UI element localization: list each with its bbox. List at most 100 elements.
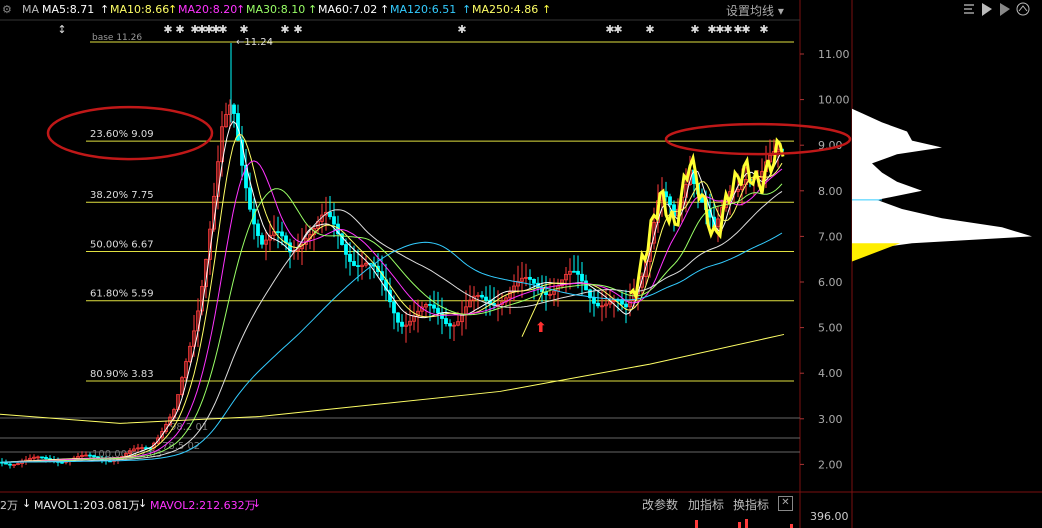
add-indicator-button[interactable]: 加指标: [688, 496, 724, 513]
candle-body: [356, 265, 360, 267]
mavol2-label: MAVOL2:212.632万: [150, 499, 256, 512]
toolbar-icons: [960, 0, 1042, 20]
candle-body: [668, 196, 672, 206]
ma60-label: MA60:7.02: [318, 3, 378, 16]
volume-profile: [852, 108, 1032, 255]
candle-body: [428, 304, 432, 306]
event-marker: ✱: [218, 23, 227, 36]
event-marker: ✱: [741, 23, 750, 36]
up-arrow-icon: ↑: [100, 3, 110, 16]
play-back-icon[interactable]: [1000, 3, 1010, 16]
price-tick-label: 2.00: [818, 458, 843, 471]
candle-body: [248, 187, 252, 210]
vol-cut-label: 2万: [0, 499, 18, 512]
switch-indicator-button[interactable]: 换指标: [733, 496, 769, 513]
candle-body: [432, 304, 436, 309]
up-arrow-icon: ↑: [462, 3, 472, 16]
ma120-line: [2, 232, 783, 463]
volume-bar: [790, 524, 793, 528]
down-arrow-icon: ↓: [22, 497, 32, 510]
event-marker: ✱: [163, 23, 172, 36]
candle-body: [580, 273, 584, 282]
candlesticks: [0, 99, 784, 469]
fib-label: 38.20% 7.75: [90, 190, 154, 201]
event-marker: ✱: [239, 23, 248, 36]
candle-body: [232, 104, 236, 114]
red-arrow-icon: ⬆: [535, 320, 547, 336]
candle-body: [276, 231, 280, 234]
kline-chart[interactable]: ↕ ✱ ✱ ✱✱✱✱✱ ✱ ✱ ✱ ✱ ✱✱ ✱ ✱ ✱✱✱ ✱✱ ✱base 11.26 ←11.2423…: [0, 0, 1042, 528]
candle-body: [392, 301, 396, 314]
price-tick-label: 8.00: [818, 185, 843, 198]
candle-body: [44, 457, 48, 459]
candle-body: [532, 278, 536, 284]
candle-body: [328, 211, 332, 218]
event-marker: ✱: [723, 23, 732, 36]
price-tick-label: 3.00: [818, 413, 843, 426]
fib-label: 80.90% 3.83: [90, 369, 154, 380]
event-marker: ✱: [613, 23, 622, 36]
candle-body: [624, 303, 628, 308]
ma120-label: MA120:6.51: [390, 3, 457, 16]
candle-body: [528, 276, 532, 280]
candle-body: [332, 216, 336, 225]
candle-body: [88, 454, 92, 457]
event-marker: ✱: [293, 23, 302, 36]
event-marker: ↕: [57, 23, 66, 36]
caret-down-icon: ▾: [777, 4, 784, 18]
event-marker: ✱: [690, 23, 699, 36]
price-tick-label: 7.00: [818, 230, 843, 243]
candle-body: [480, 294, 484, 298]
candle-body: [352, 261, 356, 266]
volume-axis-label: 396.00: [810, 510, 849, 523]
fib-label: 61.80% 5.59: [90, 289, 154, 300]
up-arrow-icon: ↑: [542, 3, 552, 16]
ma20-label: MA20:8.20: [178, 3, 238, 16]
ma250-label: MA250:4.86: [472, 3, 539, 16]
candle-body: [576, 270, 580, 275]
candle-body: [584, 280, 588, 291]
high-price-label: ←11.24: [236, 37, 273, 48]
ma30-line: [2, 183, 783, 463]
candle-body: [8, 463, 12, 466]
fib-label: 23.60% 9.09: [90, 129, 154, 140]
settings-gear-icon[interactable]: ⚙: [2, 3, 12, 16]
candle-body: [256, 223, 260, 236]
candle-body: [400, 321, 404, 327]
candle-body: [280, 231, 284, 237]
play-forward-icon[interactable]: [982, 3, 992, 16]
event-marker: ✱: [645, 23, 654, 36]
mavol1-label: MAVOL1:203.081万: [34, 499, 140, 512]
up-arrow-icon: ↑: [380, 3, 390, 16]
candle-body: [4, 462, 8, 465]
ma-prefix: MA: [22, 3, 40, 16]
ma5-label: MA5:8.71: [42, 3, 95, 16]
ma30-label: MA30:8.10: [246, 3, 306, 16]
fib-label: 50.00% 6.67: [90, 239, 154, 250]
price-tick-label: 10.00: [818, 94, 850, 107]
candle-body: [396, 312, 400, 323]
fib-base-label: base 11.26: [92, 33, 142, 43]
up-arrow-icon: ↑: [236, 3, 246, 16]
event-marker: ✱: [175, 23, 184, 36]
up-arrow-icon: ↑: [308, 3, 318, 16]
close-indicator-icon[interactable]: ✕: [778, 496, 793, 511]
up-circle-icon[interactable]: [1016, 2, 1030, 16]
candle-body: [260, 235, 264, 245]
menu-lines-icon[interactable]: [964, 4, 974, 14]
down-arrow-icon: ↓: [252, 497, 262, 510]
event-marker: ✱: [457, 23, 466, 36]
price-tick-label: 6.00: [818, 276, 843, 289]
volume-bar: [695, 520, 698, 528]
candle-body: [484, 296, 488, 301]
candle-body: [448, 323, 452, 327]
ma10-label: MA10:8.66: [110, 3, 170, 16]
edit-params-button[interactable]: 改参数: [642, 496, 678, 513]
price-tick-label: 5.00: [818, 322, 843, 335]
volume-profile-current: [852, 243, 900, 262]
highlight-zigzag: [628, 137, 785, 302]
set-ma-button[interactable]: 设置均线 ▾: [726, 2, 784, 19]
volume-legend-bar: 2万 ↓ MAVOL1:203.081万 ↓ MAVOL2:212.632万 ↓: [0, 495, 800, 513]
down-arrow-icon: ↓: [138, 497, 148, 510]
candle-body: [620, 300, 624, 305]
